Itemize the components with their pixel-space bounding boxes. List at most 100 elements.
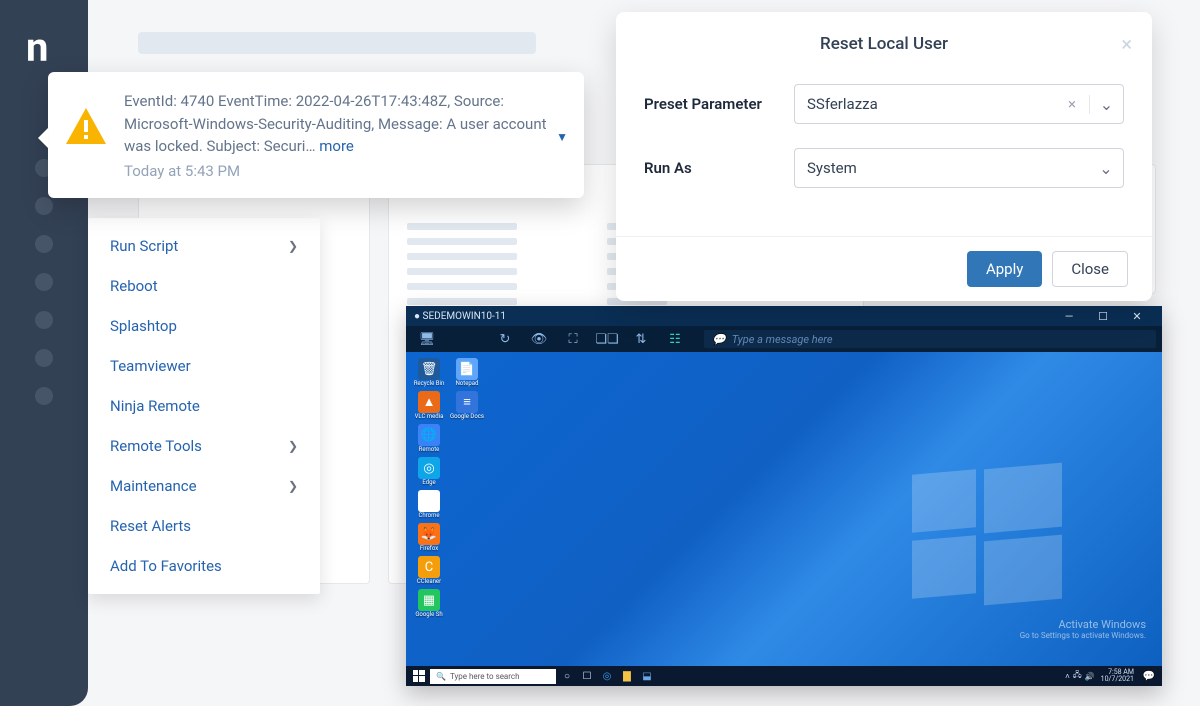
desktop-icon-glyph: ▲ bbox=[418, 391, 440, 413]
tray-volume-icon[interactable]: 🔊 bbox=[1085, 672, 1095, 681]
remote-desktop-area[interactable]: Activate Windows Go to Settings to activ… bbox=[406, 352, 1162, 666]
context-menu-item[interactable]: Reboot bbox=[88, 266, 320, 306]
close-window-button[interactable]: ✕ bbox=[1120, 306, 1154, 326]
preset-parameter-label: Preset Parameter bbox=[644, 95, 774, 113]
context-menu-item[interactable]: Maintenance❯ bbox=[88, 466, 320, 506]
desktop-icon[interactable]: ◎Edge bbox=[414, 457, 444, 486]
sidebar-dot[interactable] bbox=[35, 197, 53, 215]
alert-timestamp: Today at 5:43 PM bbox=[124, 162, 560, 180]
desktop-icon[interactable]: 📄Notepad bbox=[452, 358, 482, 387]
skeleton-title bbox=[138, 32, 536, 54]
desktop-icon[interactable]: 🦊Firefox bbox=[414, 523, 444, 552]
remote-taskbar: 🔍 Type here to search ○ ☐ ◎ ▇ ⬓ ˄ 🖧 🔊 7:… bbox=[406, 666, 1162, 686]
start-button[interactable] bbox=[410, 668, 428, 684]
chevron-right-icon: ❯ bbox=[288, 239, 298, 253]
context-menu-item[interactable]: Run Script❯ bbox=[88, 226, 320, 266]
preset-parameter-value: SSferlazza bbox=[795, 95, 1055, 113]
tray-network-icon[interactable]: 🖧 bbox=[1073, 669, 1082, 683]
desktop-icon-label: Chrome bbox=[418, 512, 439, 519]
modal-close-button[interactable]: × bbox=[1121, 32, 1132, 56]
desktop-icon[interactable]: 🗑Recycle Bin bbox=[414, 358, 444, 387]
taskbar-search-input[interactable]: 🔍 Type here to search bbox=[430, 669, 556, 684]
preset-parameter-combo[interactable]: SSferlazza × ⌄ bbox=[794, 84, 1124, 124]
remote-toolbar: 🖥 ↻ 👁 ⛶ ❏❏ ⇅ ☷ 💬 Type a message here bbox=[406, 326, 1162, 352]
maximize-button[interactable]: ☐ bbox=[1086, 306, 1120, 326]
sidebar-dot[interactable] bbox=[35, 273, 53, 291]
desktop-icon-glyph: 🗑 bbox=[418, 358, 440, 380]
transfer-icon[interactable]: ⇅ bbox=[626, 329, 656, 349]
edge-taskbar-icon[interactable]: ◎ bbox=[598, 668, 616, 684]
desktop-icon[interactable]: ◉Chrome bbox=[414, 490, 444, 519]
fullscreen-icon[interactable]: ⛶ bbox=[558, 329, 588, 349]
cortana-icon[interactable]: ○ bbox=[558, 668, 576, 684]
desktop-icon[interactable]: ≡Google Docs bbox=[452, 391, 482, 420]
context-menu-item[interactable]: Teamviewer bbox=[88, 346, 320, 386]
alert-more-link[interactable]: more bbox=[319, 137, 354, 155]
clear-icon[interactable]: × bbox=[1055, 95, 1089, 113]
remote-desktop-window: ● SEDEMOWIN10-11 — ☐ ✕ 🖥 ↻ 👁 ⛶ ❏❏ ⇅ ☷ 💬 … bbox=[406, 306, 1162, 686]
taskbar-clock[interactable]: 7:58 AM 10/7/2021 bbox=[1097, 669, 1138, 683]
close-button[interactable]: Close bbox=[1052, 251, 1128, 287]
run-as-label: Run As bbox=[644, 159, 774, 177]
modal-title: Reset Local User bbox=[644, 34, 1124, 54]
task-view-icon[interactable]: ☐ bbox=[578, 668, 596, 684]
notifications-icon[interactable]: 💬 bbox=[1140, 668, 1158, 684]
chevron-down-icon[interactable]: ⌄ bbox=[1089, 95, 1123, 114]
sidebar-dot[interactable] bbox=[35, 387, 53, 405]
tray-chevron-icon[interactable]: ˄ bbox=[1065, 672, 1070, 681]
desktop-icon[interactable]: CCCleaner bbox=[414, 556, 444, 585]
desktop-icon-glyph: ◉ bbox=[418, 490, 440, 512]
desktop-icon-label: Google Docs bbox=[450, 413, 484, 420]
app-logo: n bbox=[26, 24, 88, 71]
store-taskbar-icon[interactable]: ⬓ bbox=[638, 668, 656, 684]
chevron-right-icon: ❯ bbox=[288, 439, 298, 453]
activate-windows-text: Activate Windows Go to Settings to activ… bbox=[1020, 618, 1146, 640]
desktop-icon[interactable]: ▲VLC media bbox=[414, 391, 444, 420]
context-menu-item[interactable]: Add To Favorites bbox=[88, 546, 320, 586]
desktop-icon-glyph: ◎ bbox=[418, 457, 440, 479]
settings-sliders-icon[interactable]: ☷ bbox=[660, 329, 690, 349]
explorer-taskbar-icon[interactable]: ▇ bbox=[618, 668, 636, 684]
search-icon: 🔍 bbox=[436, 672, 446, 681]
refresh-icon[interactable]: ↻ bbox=[490, 329, 520, 349]
desktop-icon-glyph: ▦ bbox=[418, 589, 440, 611]
context-menu-item[interactable]: Splashtop bbox=[88, 306, 320, 346]
run-as-combo[interactable]: System ⌄ bbox=[794, 148, 1124, 188]
context-menu-item[interactable]: Ninja Remote bbox=[88, 386, 320, 426]
desktop-icon-label: Recycle Bin bbox=[414, 380, 445, 387]
context-menu-label: Ninja Remote bbox=[110, 397, 200, 415]
context-menu-label: Remote Tools bbox=[110, 437, 202, 455]
alert-dropdown-caret[interactable]: ▼ bbox=[556, 130, 568, 144]
context-menu-label: Splashtop bbox=[110, 317, 177, 335]
desktop-icon[interactable]: 🌐Remote bbox=[414, 424, 444, 453]
monitor-icon[interactable]: 🖥 bbox=[412, 329, 442, 349]
sidebar-dot[interactable] bbox=[35, 235, 53, 253]
minimize-button[interactable]: — bbox=[1052, 306, 1086, 326]
device-context-menu: Run Script❯Reboot Splashtop Teamviewer Ninj… bbox=[88, 218, 320, 594]
context-menu-item[interactable]: Remote Tools ❯ bbox=[88, 426, 320, 466]
desktop-icon-glyph: 🦊 bbox=[418, 523, 440, 545]
windows-logo-watermark bbox=[912, 462, 1062, 602]
context-menu-label: Teamviewer bbox=[110, 357, 191, 375]
screens-icon[interactable]: ❏❏ bbox=[592, 329, 622, 349]
remote-message-input[interactable]: 💬 Type a message here bbox=[704, 330, 1156, 348]
apply-button[interactable]: Apply bbox=[967, 251, 1042, 287]
warning-icon bbox=[66, 108, 106, 144]
desktop-icon-label: Google Sh bbox=[415, 611, 442, 618]
context-menu-item[interactable]: Reset Alerts bbox=[88, 506, 320, 546]
eye-icon[interactable]: 👁 bbox=[524, 329, 554, 349]
context-menu-label: Reset Alerts bbox=[110, 517, 191, 535]
desktop-icon-glyph: 📄 bbox=[456, 358, 478, 380]
system-tray[interactable]: ˄ 🖧 🔊 bbox=[1065, 669, 1095, 683]
sidebar-dot[interactable] bbox=[35, 349, 53, 367]
remote-window-titlebar[interactable]: ● SEDEMOWIN10-11 — ☐ ✕ bbox=[406, 306, 1162, 326]
desktop-icon-label: Edge bbox=[422, 479, 435, 486]
sidebar-dot[interactable] bbox=[35, 311, 53, 329]
desktop-icon[interactable]: ▦Google Sh bbox=[414, 589, 444, 618]
context-menu-label: Maintenance bbox=[110, 477, 197, 495]
chevron-down-icon[interactable]: ⌄ bbox=[1089, 159, 1123, 178]
desktop-icon-glyph: 🌐 bbox=[418, 424, 440, 446]
context-menu-label: Add To Favorites bbox=[110, 557, 222, 575]
reset-local-user-modal: Reset Local User × Preset Parameter SSfe… bbox=[616, 12, 1152, 301]
desktop-icon-label: Remote bbox=[419, 446, 440, 453]
